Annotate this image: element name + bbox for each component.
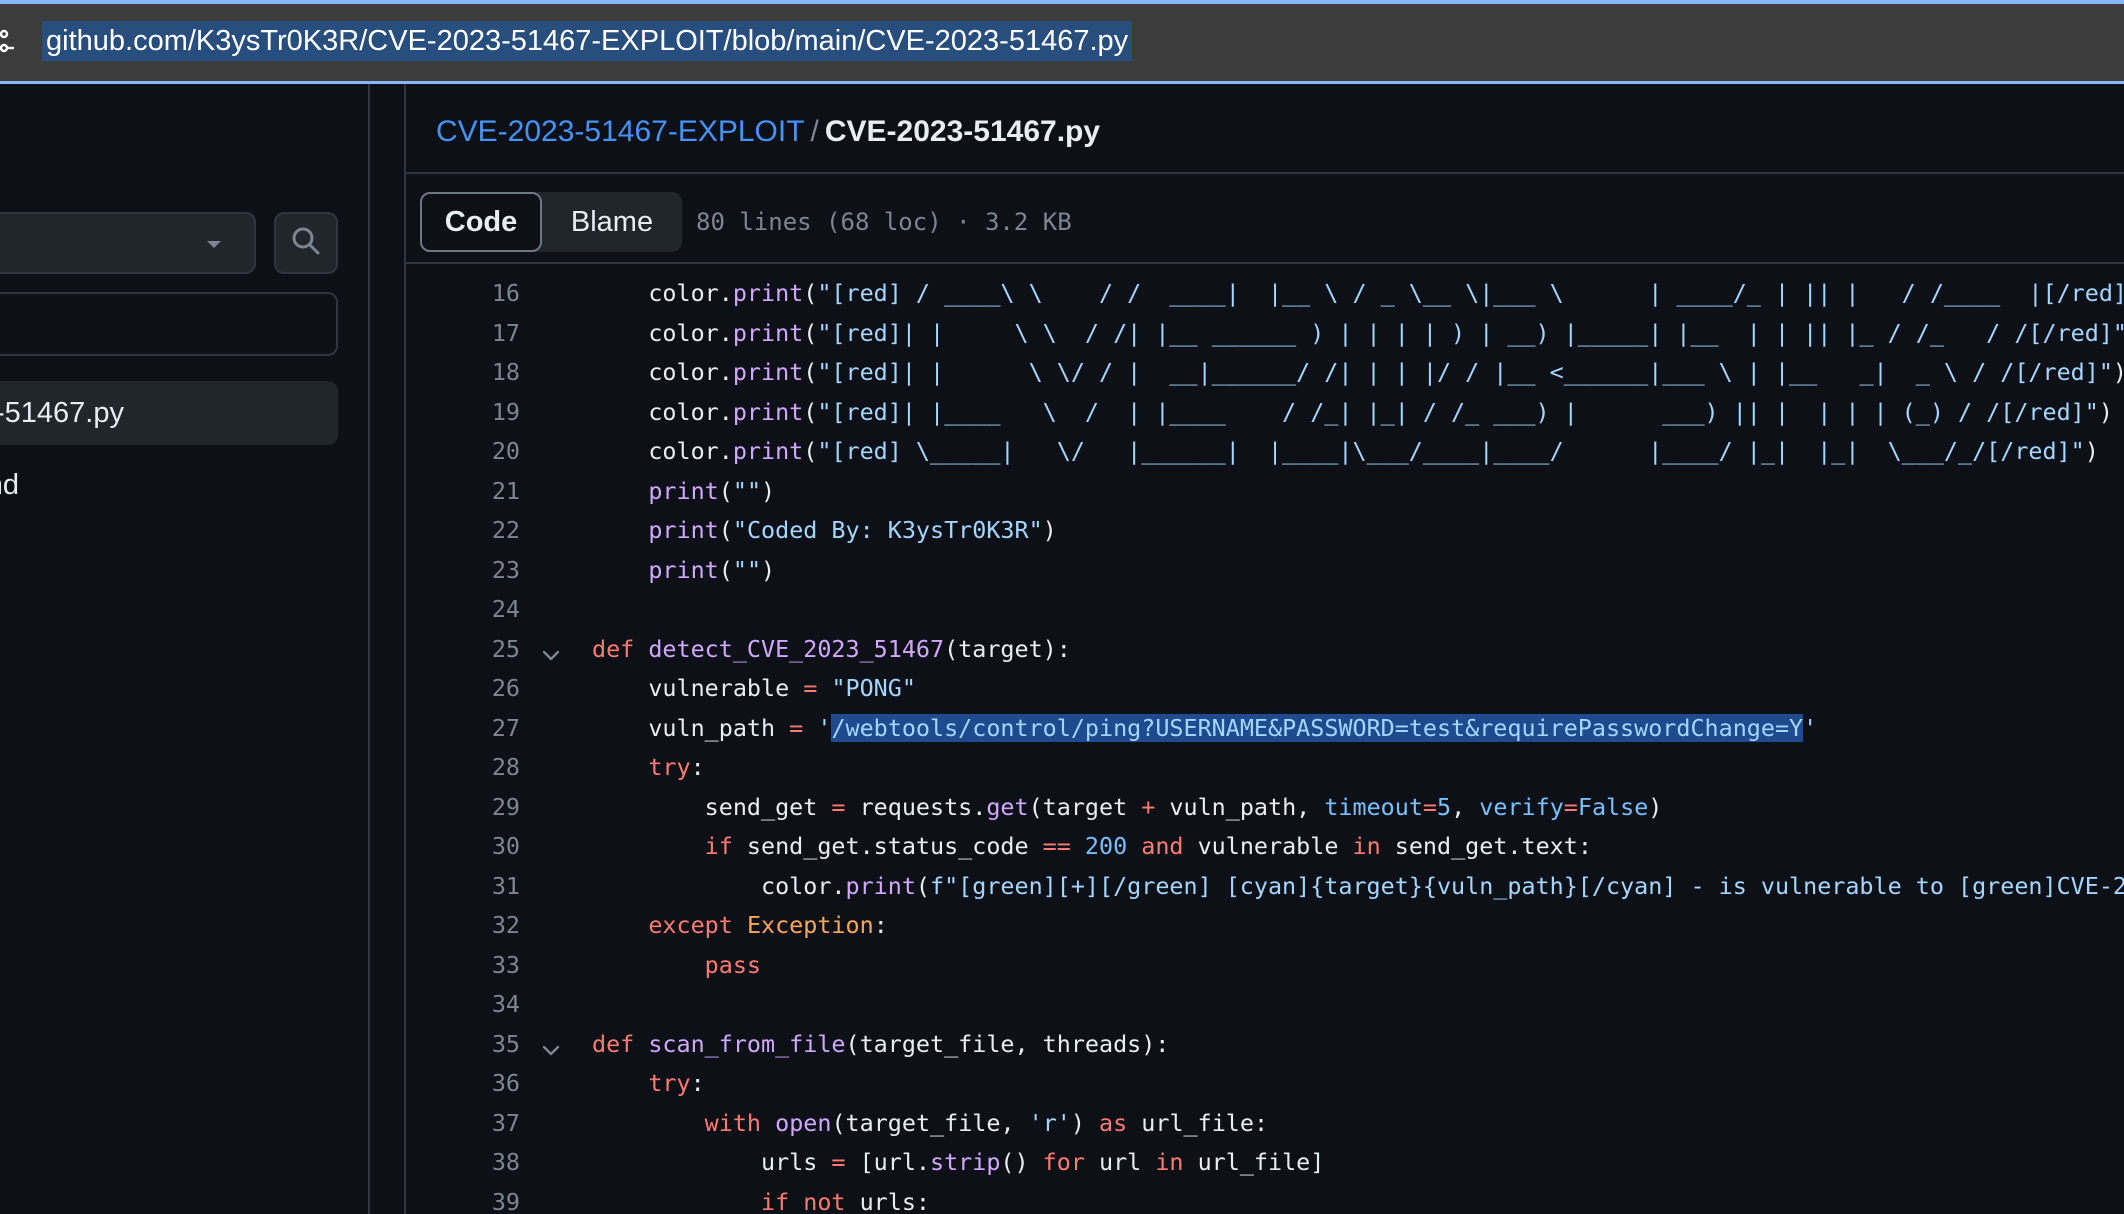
url-field[interactable]: github.com/K3ysTr0K3R/CVE-2023-51467-EXP… xyxy=(42,18,1133,64)
view-mode-toggle: Code Blame xyxy=(420,192,682,252)
breadcrumb-repo-link[interactable]: CVE-2023-51467-EXPLOIT xyxy=(436,115,805,148)
code-line: 18 color.print("[red]| | \ \/ / | __|___… xyxy=(406,352,2124,392)
code-line: 30 if send_get.status_code == 200 and vu… xyxy=(406,826,2124,866)
line-number[interactable]: 29 xyxy=(406,787,520,827)
breadcrumb-separator: / xyxy=(810,115,819,148)
line-number[interactable]: 24 xyxy=(406,589,520,629)
file-toolbar: Code Blame 80 lines (68 loc) · 3.2 KB xyxy=(406,174,2124,264)
line-number[interactable]: 37 xyxy=(406,1103,520,1143)
line-number[interactable]: 32 xyxy=(406,905,520,945)
code-line: 33 pass xyxy=(406,945,2124,985)
code-text: color.print("[red]| | \ \/ / | __|______… xyxy=(592,358,2124,386)
code-text: with open(target_file, 'r') as url_file: xyxy=(704,1108,1269,1137)
file-tree-item-selected[interactable]: -51467.py xyxy=(0,381,338,445)
browser-address-bar[interactable]: github.com/K3ysTr0K3R/CVE-2023-51467-EXP… xyxy=(0,0,2124,84)
code-text: except Exception: xyxy=(648,911,888,939)
line-number[interactable]: 23 xyxy=(406,550,520,590)
line-number[interactable]: 18 xyxy=(406,352,520,392)
line-number[interactable]: 19 xyxy=(406,392,520,432)
code-text: try: xyxy=(648,753,705,781)
fold-chevron-icon[interactable] xyxy=(540,1034,562,1056)
line-number[interactable]: 30 xyxy=(406,826,520,866)
search-files-button[interactable] xyxy=(274,212,338,274)
line-number[interactable]: 31 xyxy=(406,866,520,906)
branch-selector[interactable] xyxy=(0,212,256,274)
code-text: color.print("[red]| |____ \ / | |____ / … xyxy=(592,397,2113,426)
fold-chevron-icon[interactable] xyxy=(540,639,562,661)
code-view-button[interactable]: Code xyxy=(420,192,542,252)
code-line: 31 color.print(f"[green][+][/green] [cya… xyxy=(406,866,2124,906)
line-number[interactable]: 25 xyxy=(406,629,520,669)
line-number[interactable]: 26 xyxy=(406,668,520,708)
code-line: 23 print("") xyxy=(406,550,2124,590)
file-tree-item-label: nd xyxy=(0,469,19,501)
line-number[interactable]: 28 xyxy=(406,747,520,787)
search-icon xyxy=(290,225,322,262)
code-line: 20 color.print("[red] \_____| \/ |______… xyxy=(406,431,2124,471)
file-tree-item[interactable]: nd xyxy=(0,460,338,510)
line-number[interactable]: 36 xyxy=(406,1063,520,1103)
code-line: 17 color.print("[red]| | \ \ / /| |__ __… xyxy=(406,313,2124,353)
code-line: 32 except Exception: xyxy=(406,905,2124,945)
code-line: 26 vulnerable = "PONG" xyxy=(406,668,2124,708)
code-text: color.print("[red] / ____\ \ / / ____| |… xyxy=(592,279,2124,307)
code-line: 35 def scan_from_file(target_file, thread… xyxy=(406,1024,2124,1064)
line-number[interactable]: 16 xyxy=(406,273,520,313)
code-line: 37 with open(target_file, 'r') as url_fi… xyxy=(406,1103,2124,1143)
code-text: urls = [url.strip() for url in url_file] xyxy=(592,1148,1325,1176)
code-line: 29 send_get = requests.get(target + vuln… xyxy=(406,787,2124,827)
code-line: 38 urls = [url.strip() for url in url_fi… xyxy=(406,1142,2124,1182)
code-line: 36 try: xyxy=(406,1063,2124,1103)
code-text: print("") xyxy=(648,476,776,505)
line-number[interactable]: 34 xyxy=(406,984,520,1024)
code-text: vuln_path = '/webtools/control/ping?USER… xyxy=(592,713,1818,742)
code-text: send_get = requests.get(target + vuln_pa… xyxy=(592,792,1663,821)
blame-view-button[interactable]: Blame xyxy=(542,192,682,252)
file-tree-sidebar: -51467.py nd xyxy=(0,84,370,1214)
file-filter-input[interactable] xyxy=(0,292,338,356)
file-view: CVE-2023-51467-EXPLOIT / CVE-2023-51467.py… xyxy=(404,84,2124,1214)
code-text: color.print(f"[green][+][/green] [cyan]{… xyxy=(592,871,2124,900)
breadcrumb-file-name: CVE-2023-51467.py xyxy=(824,115,1101,148)
line-number[interactable]: 17 xyxy=(406,313,520,353)
line-number[interactable]: 38 xyxy=(406,1142,520,1182)
code-line: 27 vuln_path = '/webtools/control/ping?U… xyxy=(406,708,2124,748)
site-settings-icon[interactable] xyxy=(0,26,24,56)
line-number[interactable]: 21 xyxy=(406,471,520,511)
code-text: pass xyxy=(704,950,762,979)
code-text: if not urls: xyxy=(761,1187,931,1214)
line-number[interactable]: 27 xyxy=(406,708,520,748)
code-text: color.print("[red] \_____| \/ |______| |… xyxy=(592,437,2099,465)
code-text: vulnerable = "PONG" xyxy=(592,674,916,702)
url-text[interactable]: github.com/K3ysTr0K3R/CVE-2023-51467-EXP… xyxy=(42,21,1133,61)
caret-down-icon xyxy=(202,232,226,256)
code-line: 19 color.print("[red]| |____ \ / | |____… xyxy=(406,392,2124,432)
code-text: print("") xyxy=(648,555,776,584)
line-number[interactable]: 22 xyxy=(406,510,520,550)
code-line: 28 try: xyxy=(406,747,2124,787)
code-line: 22 print("Coded By: K3ysTr0K3R") xyxy=(406,510,2124,550)
code-text: color.print("[red]| | \ \ / /| |__ _____… xyxy=(592,318,2124,347)
code-viewer[interactable]: 16 color.print("[red] / ____\ \ / / ____… xyxy=(406,264,2124,1214)
code-line: 39 if not urls: xyxy=(406,1182,2124,1214)
line-number[interactable]: 39 xyxy=(406,1182,520,1214)
code-text: def detect_CVE_2023_51467(target): xyxy=(592,634,1071,663)
code-text: if send_get.status_code == 200 and vulne… xyxy=(704,832,1592,860)
breadcrumb: CVE-2023-51467-EXPLOIT / CVE-2023-51467.py xyxy=(436,110,1100,154)
code-line: 16 color.print("[red] / ____\ \ / / ____… xyxy=(406,273,2124,313)
code-line: 21 print("") xyxy=(406,471,2124,511)
line-number[interactable]: 35 xyxy=(406,1024,520,1064)
code-text: def scan_from_file(target_file, threads)… xyxy=(592,1029,1170,1058)
file-stats: 80 lines (68 loc) · 3.2 KB xyxy=(696,208,1072,236)
line-number[interactable]: 33 xyxy=(406,945,520,985)
code-line: 24 xyxy=(406,589,2124,629)
file-tree-item-label: -51467.py xyxy=(0,397,124,429)
code-line: 34 xyxy=(406,984,2124,1024)
code-text: try: xyxy=(648,1069,705,1097)
line-number[interactable]: 20 xyxy=(406,431,520,471)
code-line: 25 def detect_CVE_2023_51467(target): xyxy=(406,629,2124,669)
code-text: print("Coded By: K3ysTr0K3R") xyxy=(648,516,1057,544)
